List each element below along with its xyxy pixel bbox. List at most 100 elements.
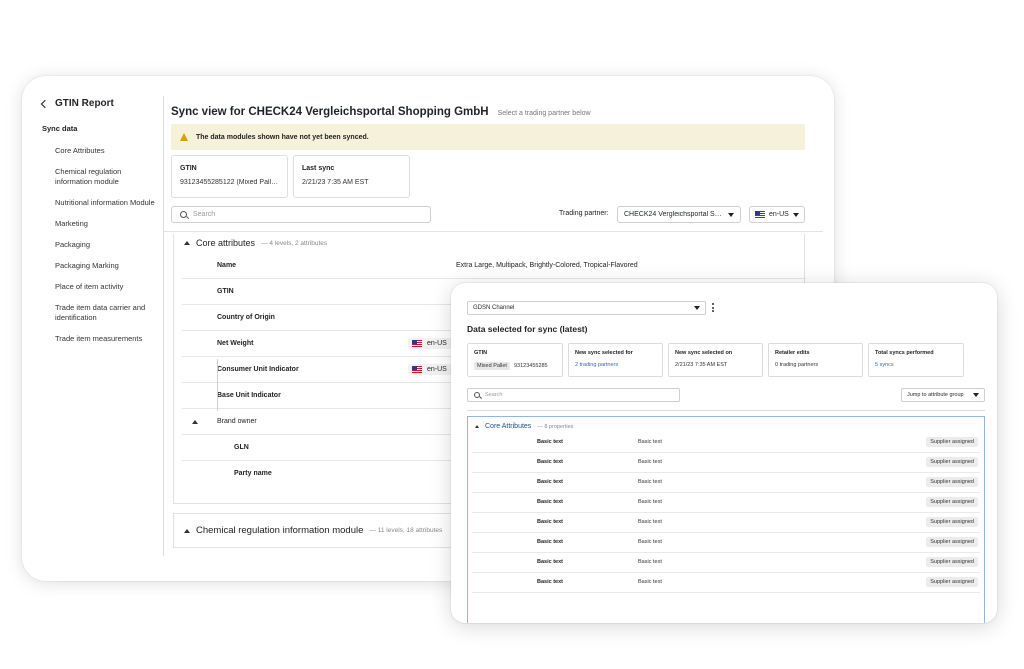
- total-syncs-card: Total syncs performed 5 syncs: [868, 343, 964, 377]
- sidebar: GTIN Report Sync data Core Attributes Ch…: [22, 76, 164, 581]
- table-row: Basic text Basic text Supplier assigned: [472, 573, 980, 593]
- status-badge: Supplier assigned: [926, 577, 978, 587]
- sidebar-item-place-of-item-activity[interactable]: Place of item activity: [55, 282, 160, 292]
- property-name: Basic text: [537, 479, 563, 485]
- gtin-summary-card: GTIN Mixed Pallet 93123455285: [467, 343, 563, 377]
- property-value: Basic text: [638, 439, 662, 445]
- trading-partner-select[interactable]: CHECK24 Vergleichsportal Shopping GmbH: [617, 206, 741, 223]
- page-subtitle: Select a trading partner below: [497, 110, 591, 117]
- tree-connector: [217, 359, 218, 411]
- attribute-row-name: Name Extra Large, Multipack, Brightly-Co…: [182, 253, 806, 279]
- sidebar-item-chemical-regulation[interactable]: Chemical regulation information module: [55, 167, 160, 187]
- sidebar-list: Core Attributes Chemical regulation info…: [55, 146, 160, 355]
- attribute-name: Base Unit Indicator: [217, 392, 281, 399]
- trading-partner-label: Trading partner:: [559, 210, 609, 217]
- property-value: Basic text: [638, 499, 662, 505]
- sync-search-input[interactable]: Search: [467, 388, 680, 402]
- attribute-name: Name: [217, 262, 237, 269]
- property-value: Basic text: [638, 579, 662, 585]
- search-input[interactable]: Search: [171, 206, 431, 223]
- gtin-card: GTIN 93123455285122 (Mixed Pallet): [171, 155, 288, 198]
- attribute-name: Consumer Unit Indicator: [217, 366, 299, 373]
- search-icon: [180, 211, 187, 218]
- page-title: Sync view for CHECK24 Vergleichsportal S…: [171, 106, 489, 118]
- search-placeholder: Search: [485, 392, 503, 398]
- sidebar-item-trade-item-data-carrier[interactable]: Trade item data carrier and identificati…: [55, 303, 160, 323]
- last-sync-card: Last sync 2/21/23 7:35 AM EST: [293, 155, 410, 198]
- sidebar-item-marketing[interactable]: Marketing: [55, 219, 160, 229]
- table-row: Basic text Basic text Supplier assigned: [472, 453, 980, 473]
- channel-select[interactable]: GDSN Channel: [467, 301, 706, 315]
- core-attributes-header[interactable]: Core Attributes — 8 properties: [475, 423, 573, 430]
- table-row: Basic text Basic text Supplier assigned: [472, 553, 980, 573]
- property-name: Basic text: [537, 499, 563, 505]
- us-flag-icon: [412, 340, 422, 347]
- report-title: GTIN Report: [55, 98, 114, 109]
- attribute-name: Brand owner: [217, 418, 257, 425]
- sidebar-section-sync-data[interactable]: Sync data: [42, 124, 77, 133]
- core-attributes-panel: Core Attributes — 8 properties Basic tex…: [467, 416, 985, 623]
- property-value: Basic text: [638, 519, 662, 525]
- sidebar-divider: [163, 96, 164, 556]
- table-row: Basic text Basic text Supplier assigned: [472, 433, 980, 453]
- back-link[interactable]: GTIN Report: [40, 98, 114, 109]
- chemical-regulation-header[interactable]: Chemical regulation information module —…: [184, 525, 442, 536]
- syncs-link[interactable]: 5 syncs: [875, 362, 957, 368]
- group-summary: — 8 properties: [537, 423, 574, 430]
- locale-tag-text: en-US: [427, 366, 447, 373]
- property-value: Basic text: [638, 539, 662, 545]
- retailer-edits-card: Retailer edits 0 trading partners: [768, 343, 863, 377]
- group-summary: — 11 levels, 18 attributes: [369, 527, 443, 534]
- page-header: Sync view for CHECK24 Vergleichsportal S…: [171, 106, 591, 118]
- sidebar-item-trade-item-measurements[interactable]: Trade item measurements: [55, 334, 160, 344]
- pallet-badge: Mixed Pallet: [474, 362, 510, 370]
- gtin-label: GTIN: [180, 165, 197, 172]
- property-name: Basic text: [537, 519, 563, 525]
- sync-title: Data selected for sync (latest): [467, 324, 588, 334]
- collapse-icon: [475, 425, 479, 428]
- trading-partners-link[interactable]: 2 trading partners: [575, 362, 656, 368]
- sidebar-item-packaging[interactable]: Packaging: [55, 240, 160, 250]
- chevron-left-icon: [40, 99, 50, 109]
- search-placeholder: Search: [193, 211, 216, 218]
- sidebar-item-nutritional-information[interactable]: Nutritional information Module: [55, 198, 160, 208]
- sidebar-item-core-attributes[interactable]: Core Attributes: [55, 146, 160, 156]
- table-row: Basic text Basic text Supplier assigned: [472, 513, 980, 533]
- jump-label: Jump to attribute group: [907, 392, 964, 398]
- chevron-down-icon: [792, 212, 799, 217]
- warning-text: The data modules shown have not yet been…: [196, 133, 369, 141]
- sidebar-item-packaging-marking[interactable]: Packaging Marking: [55, 261, 160, 271]
- status-badge: Supplier assigned: [926, 517, 978, 527]
- status-badge: Supplier assigned: [926, 477, 978, 487]
- gdsn-sync-window: GDSN Channel Data selected for sync (lat…: [451, 283, 997, 623]
- search-icon: [474, 392, 480, 398]
- collapse-icon: [184, 241, 190, 245]
- status-badge: Supplier assigned: [926, 497, 978, 507]
- more-options-icon[interactable]: [712, 303, 714, 313]
- chevron-down-icon: [973, 393, 979, 397]
- attribute-name: Country of Origin: [217, 314, 275, 321]
- divider: [467, 410, 985, 411]
- chevron-down-icon: [694, 306, 700, 310]
- core-attributes-header[interactable]: Core attributes — 4 levels, 2 attributes: [184, 238, 327, 248]
- card-value: 0 trading partners: [775, 362, 819, 368]
- jump-to-group-select[interactable]: Jump to attribute group: [901, 388, 985, 402]
- card-value: Mixed Pallet 93123455285: [474, 362, 556, 370]
- group-summary: — 4 levels, 2 attributes: [261, 239, 328, 247]
- attribute-name: GTIN: [217, 288, 234, 295]
- locale-tag: en-US: [408, 364, 451, 375]
- collapse-icon[interactable]: [192, 420, 198, 424]
- card-label: Retailer edits: [775, 350, 810, 356]
- table-row: Basic text Basic text Supplier assigned: [472, 473, 980, 493]
- collapse-icon: [184, 528, 190, 533]
- group-title: Core attributes: [196, 238, 256, 248]
- status-badge: Supplier assigned: [926, 557, 978, 567]
- attribute-name: Net Weight: [217, 340, 254, 347]
- gtin-number: 93123455285: [513, 363, 548, 369]
- divider: [163, 231, 823, 232]
- attribute-name: GLN: [234, 444, 249, 451]
- group-title: Core Attributes: [485, 423, 532, 430]
- locale-tag-text: en-US: [427, 340, 447, 347]
- locale-select[interactable]: en-US: [749, 206, 805, 223]
- group-title: Chemical regulation information module: [196, 525, 364, 536]
